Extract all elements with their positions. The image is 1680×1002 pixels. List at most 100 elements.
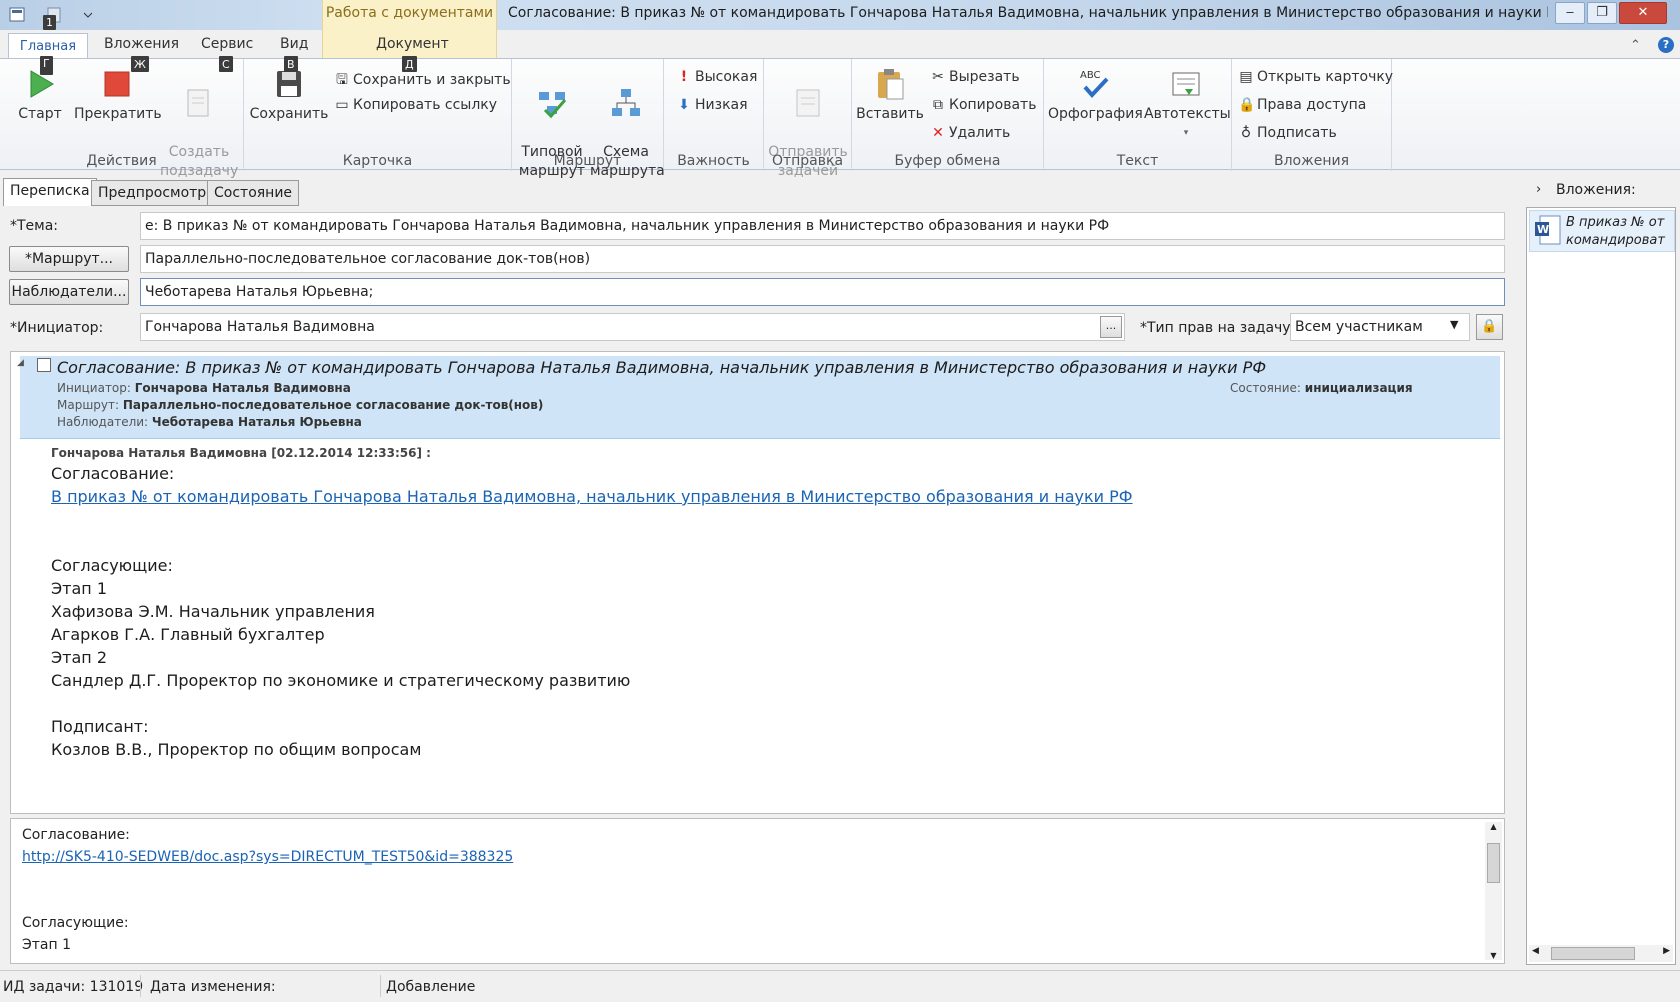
copy-label: Копировать bbox=[949, 97, 1037, 113]
tab-service[interactable]: Сервис bbox=[201, 36, 253, 58]
group-clipboard: Вставить ✂ Вырезать ⧉ Копировать ✕ Удалить … bbox=[852, 59, 1044, 171]
autotext-button[interactable]: Автотексты ▾ bbox=[1144, 61, 1231, 143]
signer-label: Подписант: bbox=[51, 717, 149, 736]
collapse-triangle-icon[interactable]: ◢ bbox=[17, 358, 24, 368]
observers-value: Чеботарева Наталья Юрьевна bbox=[151, 415, 362, 429]
observers-field[interactable]: Чеботарева Наталья Юрьевна; bbox=[140, 278, 1505, 306]
cut-label: Вырезать bbox=[949, 69, 1020, 85]
scissors-icon: ✂ bbox=[932, 69, 944, 85]
group-importance: ! Высокая ⬇ Низкая Важность bbox=[664, 59, 764, 171]
scroll-down-icon[interactable]: ▼ bbox=[1485, 951, 1502, 960]
copy-icon: ⧉ bbox=[933, 97, 943, 113]
initiator-browse-button[interactable]: ... bbox=[1100, 316, 1122, 338]
save-close-button[interactable]: 🖫 Сохранить и закрыть bbox=[334, 69, 511, 93]
keytip-create-subtask: С bbox=[219, 57, 233, 72]
subject-field[interactable]: е: В приказ № от командировать Гончарова… bbox=[140, 212, 1505, 240]
keytip-save: В bbox=[284, 57, 298, 72]
spelling-button[interactable]: ABC Орфография bbox=[1048, 61, 1143, 124]
message-initiator: Инициатор: Гончарова Наталья Вадимовна bbox=[57, 381, 351, 395]
rights-value: Всем участникам bbox=[1295, 319, 1423, 335]
close-button[interactable]: ✕ bbox=[1619, 2, 1667, 24]
route-value: Параллельно-последовательное согласовани… bbox=[122, 398, 544, 412]
open-card-button[interactable]: ▤ Открыть карточку bbox=[1238, 69, 1393, 85]
tab-attachments[interactable]: Вложения bbox=[104, 36, 179, 58]
attachments-hscrollbar[interactable]: ◀ ▶ bbox=[1529, 945, 1673, 962]
dropdown-arrow-icon[interactable]: ▼ bbox=[1450, 318, 1458, 331]
route-scheme-icon bbox=[612, 89, 640, 116]
dropdown-arrow-icon: ▾ bbox=[1183, 128, 1189, 138]
tab-home-label: Главная bbox=[19, 39, 77, 54]
autotext-label: Автотексты bbox=[1144, 106, 1231, 122]
tab-correspondence[interactable]: Переписка bbox=[3, 178, 97, 206]
floppy-icon bbox=[277, 71, 301, 97]
maximize-button[interactable]: ❐ bbox=[1587, 2, 1617, 24]
tab-preview[interactable]: Предпросмотр bbox=[91, 180, 214, 206]
route-button[interactable]: *Маршрут... bbox=[9, 246, 129, 272]
group-card: Сохранить 🖫 Сохранить и закрыть ▭ Копирова… bbox=[244, 59, 512, 171]
initiator-value: Гончарова Наталья Вадимовна bbox=[134, 381, 351, 395]
rights-select[interactable]: Всем участникам bbox=[1290, 313, 1470, 341]
scroll-thumb[interactable] bbox=[1487, 843, 1500, 883]
group-text-label: Текст bbox=[1116, 153, 1159, 169]
high-importance-button[interactable]: ! Высокая bbox=[676, 69, 758, 85]
cut-button[interactable]: ✂ Вырезать bbox=[930, 69, 1020, 85]
signer: Козлов В.В., Проректор по общим вопросам bbox=[51, 740, 422, 759]
keytip-save-close: Д bbox=[402, 57, 417, 72]
word-doc-icon: W bbox=[1535, 215, 1561, 245]
minimize-button[interactable]: ‒ bbox=[1555, 2, 1585, 24]
low-importance-button[interactable]: ⬇ Низкая bbox=[676, 97, 747, 113]
group-actions: Старт Прекратить Создать подзадачу Г Дей… bbox=[0, 59, 244, 179]
message-route: Маршрут: Параллельно-последовательное со… bbox=[57, 398, 543, 412]
approver-2: Агарков Г.А. Главный бухгалтер bbox=[51, 625, 325, 644]
editor-link[interactable]: http://SK5-410-SEDWEB/doc.asp?sys=DIRECT… bbox=[22, 849, 513, 865]
delete-button[interactable]: ✕ Удалить bbox=[930, 125, 1010, 141]
tab-view[interactable]: Вид bbox=[280, 36, 308, 58]
lock-button[interactable]: 🔒 bbox=[1476, 314, 1503, 340]
hscroll-thumb[interactable] bbox=[1551, 947, 1635, 960]
observers-key: Наблюдатели: bbox=[57, 415, 149, 429]
subtask-icon bbox=[187, 89, 209, 117]
status-divider bbox=[380, 975, 381, 997]
tab-state[interactable]: Состояние bbox=[207, 180, 300, 206]
attachment-name: В приказ № от командироват bbox=[1566, 215, 1665, 248]
status-bar: ИД задачи: 131019 Дата изменения: Добавл… bbox=[0, 970, 1680, 1002]
editor-scrollbar[interactable]: ▲ ▼ bbox=[1485, 822, 1502, 960]
message-header[interactable]: ◢ Согласование: В приказ № от командиров… bbox=[17, 356, 1500, 439]
group-route: Типовой маршрут Схема маршрута Маршрут bbox=[512, 59, 665, 179]
scroll-right-icon[interactable]: ▶ bbox=[1663, 946, 1670, 956]
sign-button[interactable]: ♁ Подписать bbox=[1238, 125, 1337, 141]
save-close-icon: 🖫 bbox=[336, 72, 348, 88]
initiator-field[interactable]: Гончарова Наталья Вадимовна bbox=[140, 313, 1125, 341]
edit-mode: Добавление bbox=[386, 979, 476, 995]
stage-2: Этап 2 bbox=[51, 648, 108, 667]
subject-label: *Тема: bbox=[10, 218, 59, 234]
keytip-stop: Ж bbox=[131, 57, 149, 72]
task-icon bbox=[37, 358, 51, 372]
help-icon[interactable]: ? bbox=[1658, 37, 1674, 53]
paste-button[interactable]: Вставить bbox=[856, 61, 924, 124]
document-link[interactable]: В приказ № от командировать Гончарова На… bbox=[51, 487, 1133, 506]
save-close-label: Сохранить и закрыть bbox=[353, 72, 511, 88]
collapse-ribbon-icon[interactable]: ⌃ bbox=[1630, 38, 1641, 53]
route-field[interactable]: Параллельно-последовательное согласовани… bbox=[140, 245, 1505, 273]
scroll-up-icon[interactable]: ▲ bbox=[1485, 822, 1502, 831]
expand-pane-icon[interactable]: › bbox=[1536, 182, 1541, 197]
copy-link-button[interactable]: ▭ Копировать ссылку bbox=[334, 97, 497, 113]
observers-button[interactable]: Наблюдатели... bbox=[9, 279, 129, 305]
status-divider bbox=[140, 975, 141, 997]
paste-label: Вставить bbox=[856, 106, 924, 122]
reply-editor[interactable]: Согласование: http://SK5-410-SEDWEB/doc.… bbox=[10, 818, 1505, 964]
copy-button[interactable]: ⧉ Копировать bbox=[930, 97, 1036, 113]
restore-icon: ❐ bbox=[1596, 5, 1608, 20]
access-rights-button[interactable]: 🔒 Права доступа bbox=[1238, 97, 1366, 113]
group-actions-label: Действия bbox=[86, 153, 157, 169]
group-importance-label: Важность bbox=[677, 153, 750, 169]
stage-1: Этап 1 bbox=[51, 579, 108, 598]
scroll-left-icon[interactable]: ◀ bbox=[1532, 946, 1539, 956]
body-title: Согласование: bbox=[51, 464, 175, 483]
approvers-label: Согласующие: bbox=[51, 556, 173, 575]
tab-document[interactable]: Документ bbox=[376, 36, 449, 58]
editor-line-1: Согласование: bbox=[22, 827, 130, 843]
message-body: Согласование: В приказ № от командироват… bbox=[51, 462, 1133, 761]
attachment-item[interactable]: W В приказ № от командироват bbox=[1529, 210, 1675, 252]
